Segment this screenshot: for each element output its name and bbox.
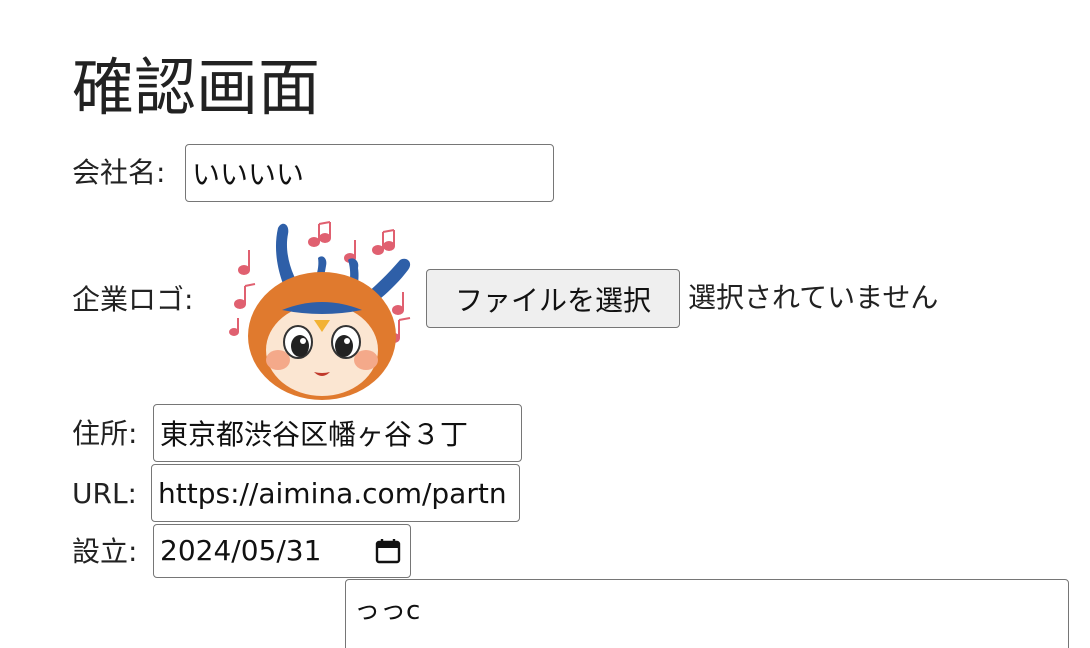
url-label: URL:: [72, 477, 137, 510]
company-name-label: 会社名:: [72, 156, 166, 189]
company-name-input[interactable]: [185, 144, 554, 202]
mascot-logo-image: [229, 221, 411, 400]
page-title: 確認画面: [72, 51, 321, 124]
address-input[interactable]: [153, 404, 522, 462]
established-date-input[interactable]: 2024/05/31: [153, 524, 411, 578]
confirmation-page: 確認画面 会社名: 企業ロゴ:: [0, 0, 1090, 648]
choose-file-button[interactable]: ファイルを選択: [426, 269, 680, 328]
calendar-icon[interactable]: [374, 537, 402, 565]
address-label: 住所:: [72, 417, 138, 450]
description-textarea[interactable]: っっc: [345, 579, 1069, 648]
established-label: 設立:: [72, 535, 138, 568]
established-date-value: 2024/05/31: [160, 534, 322, 567]
file-status-text: 選択されていません: [688, 281, 939, 314]
url-input[interactable]: [151, 464, 520, 522]
company-logo-label: 企業ロゴ:: [72, 283, 194, 316]
